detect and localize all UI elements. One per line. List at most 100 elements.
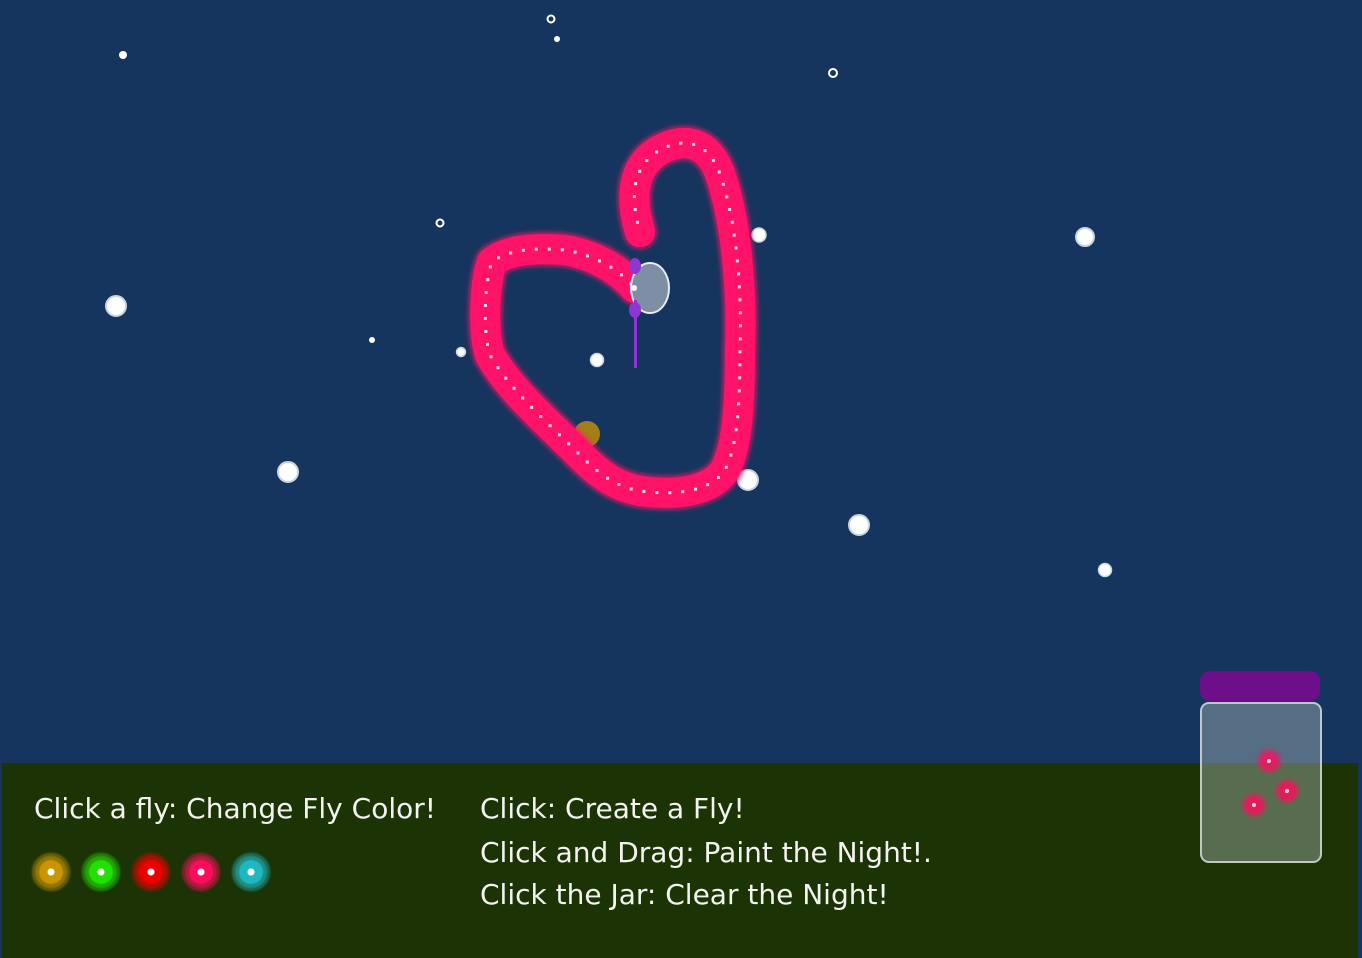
star [848,514,870,536]
paint-sparkle [585,460,589,464]
paint-sparkle [488,265,492,269]
paint-sparkle [489,355,493,359]
clear-night-hint: Click the Jar: Clear the Night! [480,878,889,911]
paint-sparkle [484,329,488,333]
paint-sparkle [530,405,534,409]
paint-sparkle [737,285,741,289]
paint-sparkle [728,208,732,212]
paint-sparkle [619,273,623,277]
jar-firefly [1254,746,1284,776]
paint-sparkle [635,220,639,224]
paint-sparkle [738,298,742,302]
paint-sparkle [737,402,741,406]
paint-sparkle [606,476,610,480]
star [435,218,445,228]
paint-sparkle [634,182,638,186]
paint-sparkle [585,254,589,258]
paint-sparkle [521,248,525,252]
paint-sparkle [609,265,613,269]
fly-color-pink-swatch[interactable] [183,854,219,890]
paint-sparkle [738,324,742,328]
star [589,352,605,368]
paint-sparkle [732,233,736,237]
paint-sparkle [736,272,740,276]
paint-sparkle [738,363,742,367]
paint-sparkle [729,453,733,457]
change-color-hint: Click a fly: Change Fly Color! [34,792,436,825]
active-firefly[interactable] [629,258,670,368]
paint-sparkle [557,433,561,437]
night-sky-canvas[interactable]: Click a fly: Change Fly Color! Click: Cr… [0,0,1362,958]
paint-stroke [468,126,758,510]
paint-sparkle [668,491,672,495]
star [1075,227,1095,247]
paint-sparkle [597,259,601,263]
paint-sparkle [485,342,489,346]
star [277,461,299,483]
paint-sparkle [632,195,636,199]
paint-sparkle [738,376,742,380]
fly-color-palette [33,854,273,890]
fly-color-green-swatch[interactable] [83,854,119,890]
paint-sparkle [738,350,742,354]
paint-sparkle [484,291,488,295]
paint-sparkle [633,208,637,212]
paint-sparkle [655,491,659,495]
jar-clear-button[interactable] [1199,670,1323,864]
paint-sparkle [509,251,513,255]
paint-sparkle [576,451,580,455]
paint-sparkle [486,278,490,282]
paint-sparkle [512,386,516,390]
moon-icon [130,64,248,185]
paint-sparkle [483,316,487,320]
paint-sparkle [534,247,538,251]
paint-sparkle [738,337,742,341]
star [828,68,838,78]
jar-body[interactable] [1200,702,1322,863]
jar-firefly [1272,776,1302,806]
star [369,337,375,343]
star [554,36,560,42]
paint-sparkle [732,440,736,444]
star [119,51,127,59]
paint-sparkle [560,248,564,252]
fly-color-gold-swatch[interactable] [33,854,69,890]
paint-sparkle [617,482,621,486]
fly-color-red-swatch[interactable] [133,854,169,890]
fly-color-teal-swatch[interactable] [233,854,269,890]
paint-sparkle [645,159,649,163]
paint-sparkle [694,487,698,491]
paint-sparkle [711,158,715,162]
paint-sparkle [679,141,683,145]
jar-firefly [1239,790,1269,820]
paint-sparkle [666,144,670,148]
paint-sparkle [721,182,725,186]
star [1097,562,1113,578]
paint-sparkle [496,366,500,370]
paint-sparkle [717,170,721,174]
paint-sparkle [547,247,551,251]
paint-sparkle [655,150,659,154]
paint-sparkle [730,220,734,224]
star [455,346,467,358]
paint-sparkle [681,490,685,494]
paint-sparkle [539,415,543,419]
paint-sparkle [734,246,738,250]
paint-sparkle [567,442,571,446]
paint-sparkle [724,465,728,469]
star [751,227,767,243]
paint-sparkle [595,469,599,473]
star [105,295,127,317]
paint-sparkle [735,259,739,263]
star [546,14,556,24]
paint-sparkle [483,303,487,307]
paint-sparkle [738,311,742,315]
jar-lid[interactable] [1200,671,1320,701]
paint-sparkle [521,396,525,400]
paint-sparkle [548,424,552,428]
paint-sparkle [734,428,738,432]
paint-sparkle [703,149,707,153]
paint-sparkle [497,256,501,260]
paint-sparkle [638,169,642,173]
paint-night-hint: Click and Drag: Paint the Night!. [480,836,932,869]
